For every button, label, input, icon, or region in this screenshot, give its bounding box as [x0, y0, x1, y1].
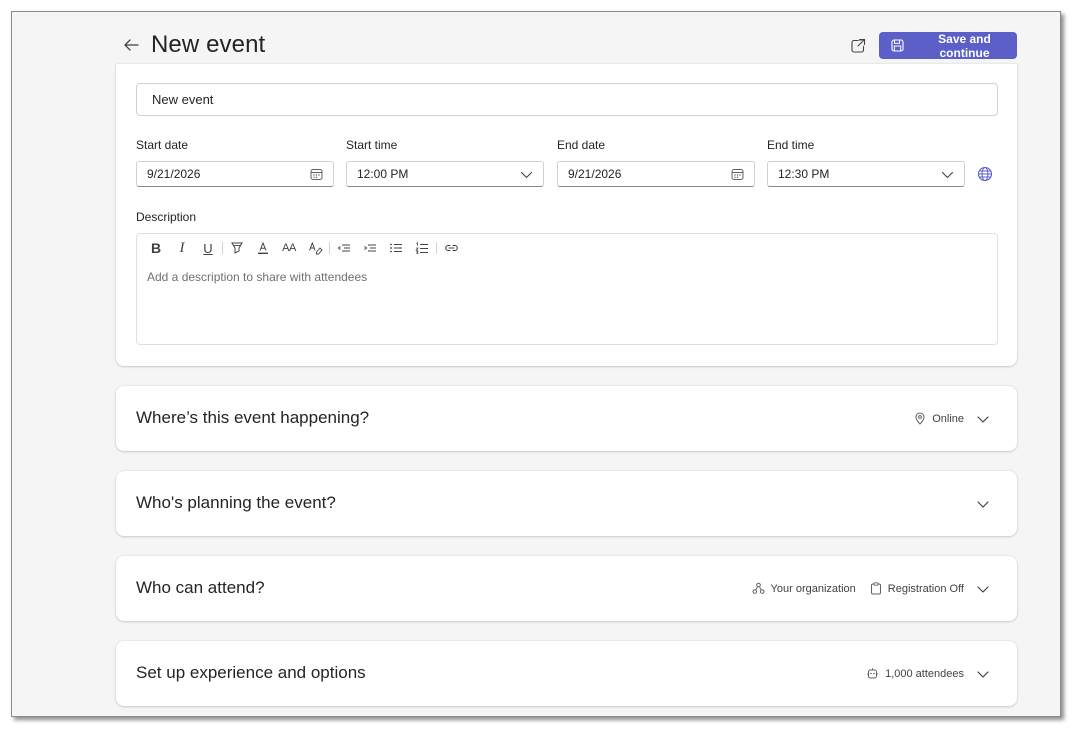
start-date-label: Start date — [136, 138, 189, 152]
underline-icon: U — [203, 240, 213, 256]
calendar-icon — [310, 169, 323, 180]
highlight-button[interactable] — [224, 238, 250, 258]
planning-section-title: Who's planning the event? — [136, 493, 336, 512]
location-section[interactable]: Where’s this event happening? Online — [116, 386, 1017, 451]
chevron-down-icon — [977, 415, 989, 423]
audience-summary: Your organization — [752, 582, 856, 595]
bullet-list-button[interactable] — [383, 238, 409, 258]
font-size-button[interactable]: AA — [276, 238, 302, 258]
attendance-section-title: Who can attend? — [136, 578, 265, 597]
attendee-limit-summary: 1,000 attendees — [866, 667, 964, 680]
chevron-down-icon — [977, 585, 989, 593]
timezone-button[interactable] — [977, 166, 993, 182]
location-summary: Online — [914, 412, 964, 425]
page-title: New event — [151, 31, 266, 58]
globe-icon — [977, 166, 993, 182]
numbered-list-button[interactable] — [409, 238, 435, 258]
numbered-list-icon — [415, 242, 428, 254]
toolbar-divider — [329, 242, 330, 254]
formatting-toolbar: B I U AA — [143, 238, 464, 258]
popout-button[interactable] — [849, 37, 867, 55]
end-date-value: 9/21/2026 — [568, 167, 622, 181]
back-arrow-icon — [124, 39, 139, 51]
end-time-dropdown[interactable]: 12:30 PM — [767, 161, 965, 187]
chevron-down-icon — [941, 171, 954, 179]
start-date-picker[interactable]: 9/21/2026 — [136, 161, 334, 187]
italic-icon: I — [179, 239, 185, 256]
options-section-title: Set up experience and options — [136, 663, 366, 682]
insert-link-button[interactable] — [438, 238, 464, 258]
bold-icon: B — [150, 240, 162, 256]
audience-summary-text: Your organization — [770, 582, 856, 595]
app-window: New event Save and continue Start date S… — [11, 11, 1061, 717]
planning-section[interactable]: Who's planning the event? — [116, 471, 1017, 536]
description-label: Description — [136, 210, 197, 224]
clear-formatting-button[interactable] — [302, 238, 328, 258]
end-date-label: End date — [557, 138, 606, 152]
options-icon — [867, 668, 879, 679]
clipboard-icon — [870, 582, 881, 595]
location-section-title: Where’s this event happening? — [136, 408, 370, 427]
calendar-icon — [731, 169, 744, 180]
italic-button[interactable]: I — [169, 238, 195, 258]
toolbar-divider — [436, 242, 437, 254]
font-color-icon — [258, 241, 268, 254]
clear-formatting-icon — [308, 241, 323, 255]
chevron-down-icon — [977, 500, 989, 508]
attendance-section-meta: Your organization Registration Off — [752, 556, 990, 621]
save-icon — [891, 39, 904, 52]
font-color-button[interactable] — [250, 238, 276, 258]
start-time-dropdown[interactable]: 12:00 PM — [346, 161, 544, 187]
registration-summary-text: Registration Off — [887, 582, 964, 595]
location-section-meta: Online — [914, 386, 990, 451]
link-icon — [444, 244, 458, 252]
options-section-meta: 1,000 attendees — [866, 641, 990, 706]
font-size-icon: AA — [282, 242, 296, 254]
popout-icon — [851, 38, 866, 53]
bold-button[interactable]: B — [143, 238, 169, 258]
location-icon — [915, 412, 925, 425]
start-time-value: 12:00 PM — [357, 167, 409, 181]
chevron-down-icon — [520, 171, 533, 179]
event-details-card: Start date Start time End date End time … — [116, 64, 1017, 366]
attendance-section[interactable]: Who can attend? Your organization Regist… — [116, 556, 1017, 621]
description-editor[interactable]: B I U AA Add a description to share with… — [136, 233, 998, 345]
registration-summary: Registration Off — [870, 582, 964, 595]
end-date-picker[interactable]: 9/21/2026 — [557, 161, 755, 187]
event-title-input[interactable] — [136, 83, 998, 116]
chevron-down-icon — [977, 670, 989, 678]
description-placeholder: Add a description to share with attendee… — [147, 270, 368, 284]
decrease-indent-button[interactable] — [331, 238, 357, 258]
highlighter-icon — [231, 242, 243, 254]
toolbar-divider — [222, 242, 223, 254]
increase-indent-icon — [364, 244, 376, 252]
decrease-indent-icon — [337, 244, 350, 252]
increase-indent-button[interactable] — [357, 238, 383, 258]
save-button-label: Save and continue — [938, 31, 991, 60]
end-time-label: End time — [767, 138, 815, 152]
options-section[interactable]: Set up experience and options 1,000 atte… — [116, 641, 1017, 706]
attendee-limit-text: 1,000 attendees — [885, 667, 964, 680]
planning-section-meta — [974, 471, 990, 536]
location-summary-text: Online — [932, 412, 964, 425]
people-icon — [752, 582, 765, 594]
save-and-continue-button[interactable]: Save and continue — [879, 31, 1017, 60]
start-time-label: Start time — [346, 138, 398, 152]
bullet-list-icon — [390, 243, 402, 253]
back-button[interactable] — [120, 34, 142, 56]
underline-button[interactable]: U — [195, 238, 221, 258]
end-time-value: 12:30 PM — [778, 167, 830, 181]
start-date-value: 9/21/2026 — [147, 167, 201, 181]
